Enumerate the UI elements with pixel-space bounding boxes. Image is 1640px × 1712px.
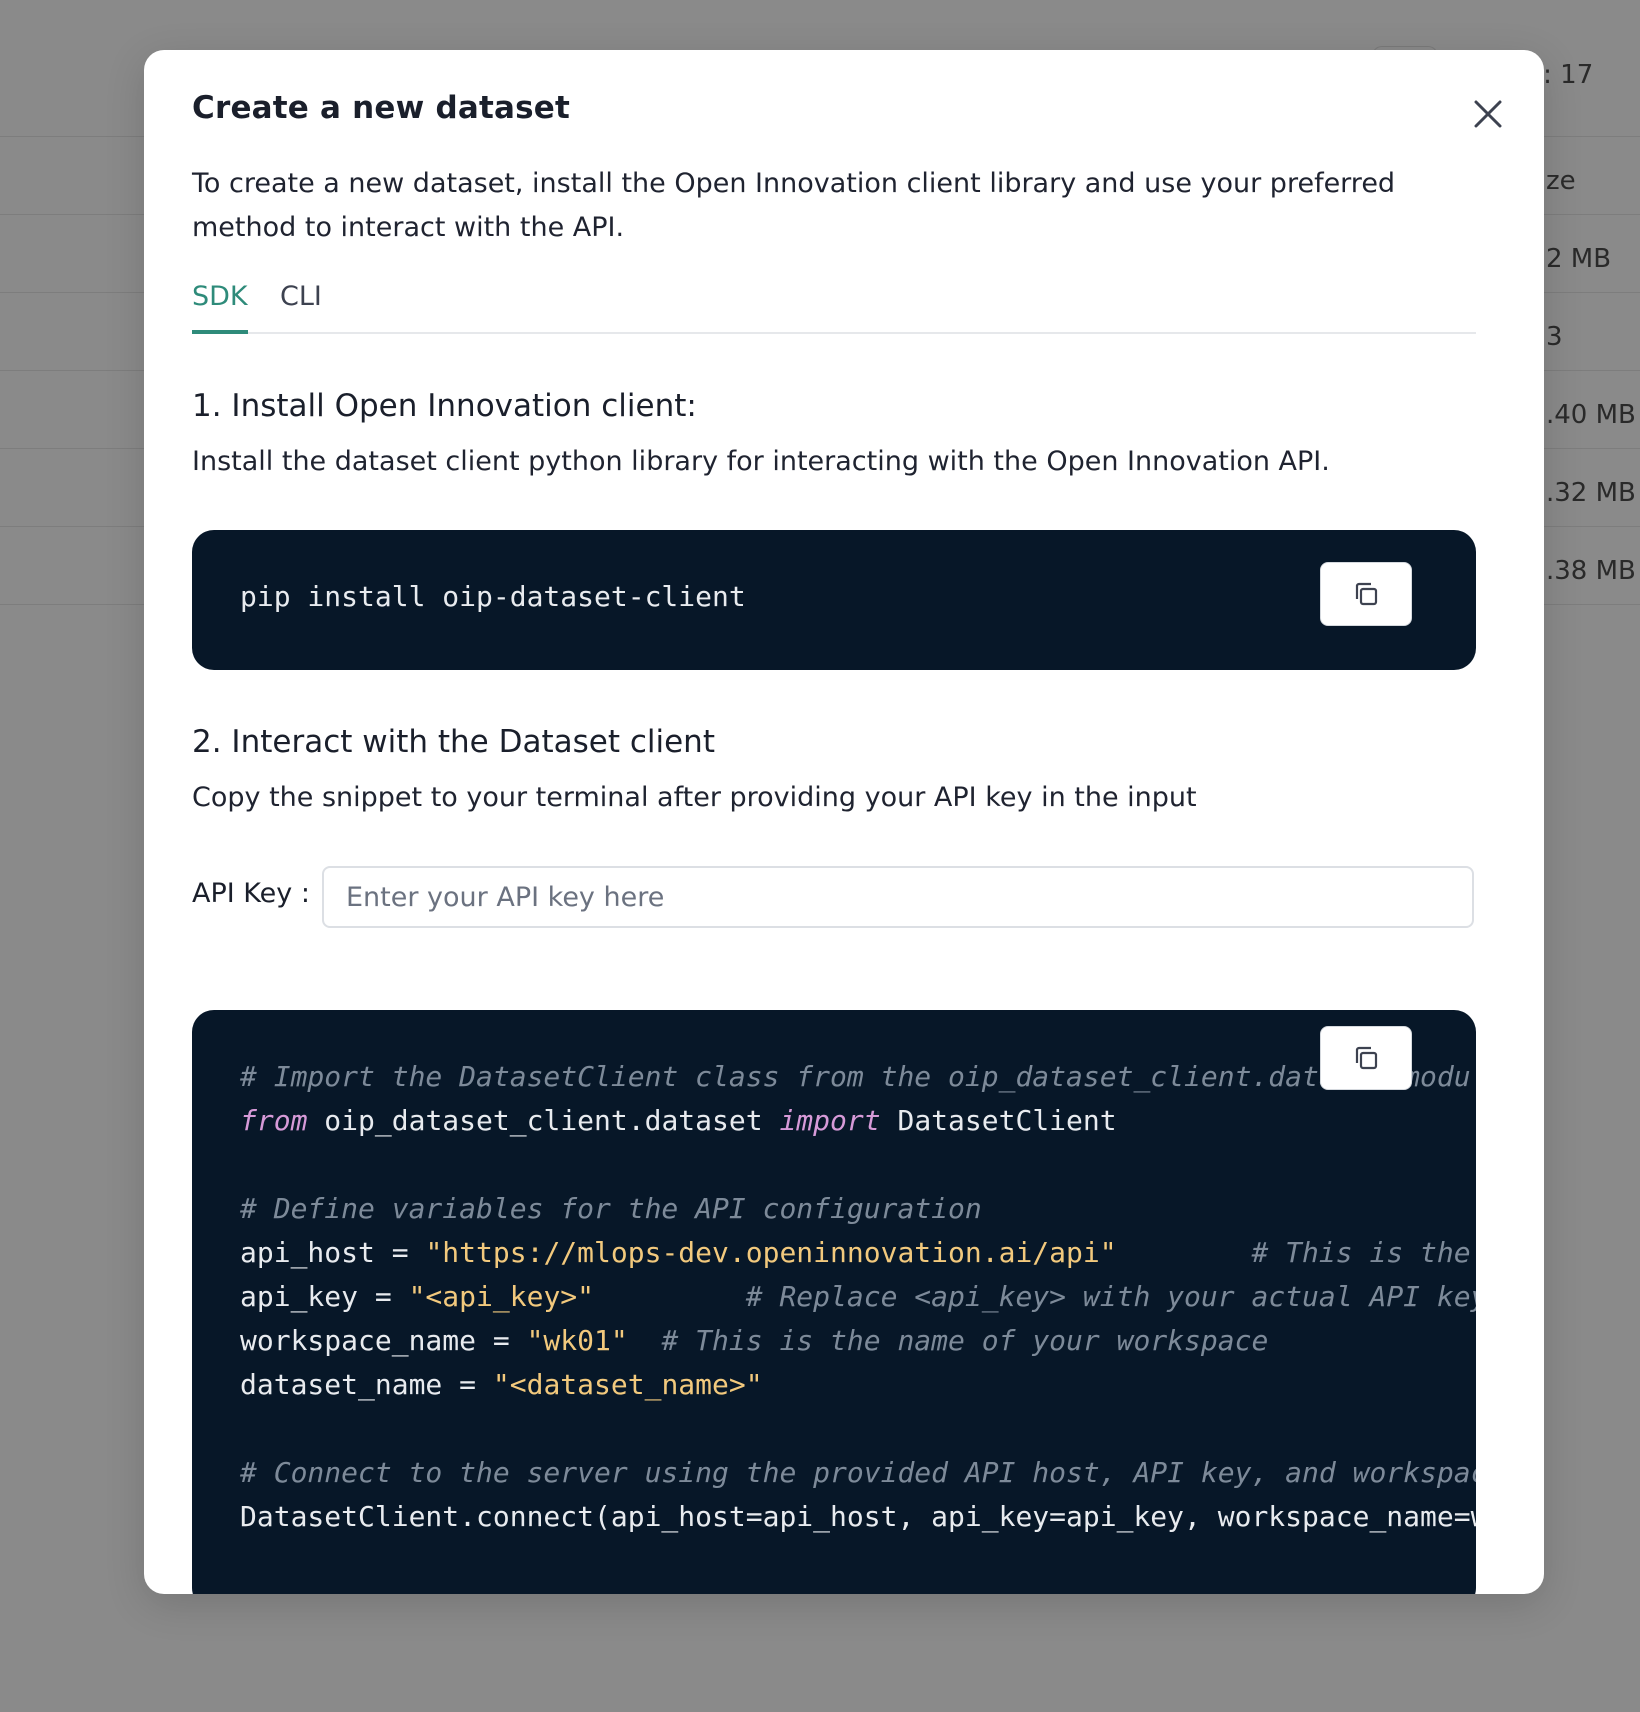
code-text: api_key =: [240, 1280, 409, 1313]
copy-icon: [1355, 1046, 1378, 1070]
code-string: "https://mlops-dev.openinnovation.ai/api…: [425, 1236, 1117, 1269]
code-line: api_key = "<api_key>" # Replace <api_key…: [240, 1280, 1476, 1313]
code-line: # Import the DatasetClient class from th…: [240, 1060, 1471, 1093]
code-text: api_host =: [240, 1236, 426, 1269]
code-line: DatasetClient.connect(api_host=api_host,…: [240, 1500, 1476, 1533]
tab-sdk[interactable]: SDK: [192, 272, 248, 334]
tab-bar: SDK CLI: [192, 272, 1476, 334]
code-keyword: import: [779, 1104, 881, 1137]
step2-text: Copy the snippet to your terminal after …: [192, 782, 1197, 813]
step1-heading: 1. Install Open Innovation client:: [192, 388, 697, 424]
code-text: dataset_name =: [240, 1368, 493, 1401]
sdk-code-block: # Import the DatasetClient class from th…: [192, 1010, 1476, 1594]
modal-title: Create a new dataset: [192, 90, 570, 126]
code-comment: # Replace <api_key> with your actual API…: [594, 1280, 1476, 1313]
background-cell: .40 MB: [1546, 400, 1636, 430]
background-column-header: ze: [1546, 166, 1576, 196]
api-key-input[interactable]: [322, 866, 1474, 928]
install-code-block: pip install oip-dataset-client: [192, 530, 1476, 670]
code-comment: # Define variables for the API configura…: [240, 1192, 982, 1225]
tab-cli[interactable]: CLI: [280, 272, 322, 330]
create-dataset-modal: Create a new dataset To create a new dat…: [144, 50, 1544, 1594]
code-line: # Define variables for the API configura…: [240, 1192, 982, 1225]
background-cell: .38 MB: [1546, 556, 1636, 586]
step2-heading: 2. Interact with the Dataset client: [192, 724, 715, 760]
install-command: pip install oip-dataset-client: [240, 580, 746, 613]
code-comment: # Connect to the server using the provid…: [240, 1456, 1476, 1489]
background-cell: 2 MB: [1546, 244, 1612, 274]
background-cell: 3: [1546, 322, 1563, 352]
code-text: workspace_name =: [240, 1324, 527, 1357]
code-line: workspace_name = "wk01" # This is the na…: [240, 1324, 1268, 1357]
copy-snippet-button[interactable]: [1320, 1026, 1412, 1090]
step1-text: Install the dataset client python librar…: [192, 446, 1330, 477]
modal-description: To create a new dataset, install the Ope…: [192, 168, 1396, 243]
close-button[interactable]: [1464, 90, 1512, 138]
code-keyword: from: [240, 1104, 308, 1137]
code-string: "<api_key>": [408, 1280, 595, 1313]
code-text: oip_dataset_client.dataset: [307, 1104, 780, 1137]
code-string: "<dataset_name>": [492, 1368, 763, 1401]
code-line: from oip_dataset_client.dataset import D…: [240, 1104, 1117, 1137]
code-line: api_host = "https://mlops-dev.openinnova…: [240, 1236, 1471, 1269]
copy-icon: [1355, 582, 1378, 606]
code-comment: # This is the: [1116, 1236, 1471, 1269]
code-string: "wk01": [526, 1324, 628, 1357]
background-cell: .32 MB: [1546, 478, 1636, 508]
code-line: dataset_name = "<dataset_name>": [240, 1368, 763, 1401]
code-line: # Connect to the server using the provid…: [240, 1456, 1476, 1489]
copy-install-button[interactable]: [1320, 562, 1412, 626]
code-text: DatasetClient.connect(api_host=api_host,…: [240, 1500, 1476, 1533]
code-comment: # This is the name of your workspace: [627, 1324, 1269, 1357]
code-comment: # Import the DatasetClient class from th…: [240, 1060, 1471, 1093]
api-key-label: API Key :: [192, 878, 310, 909]
close-icon: [1474, 100, 1502, 128]
code-text: DatasetClient: [880, 1104, 1117, 1137]
